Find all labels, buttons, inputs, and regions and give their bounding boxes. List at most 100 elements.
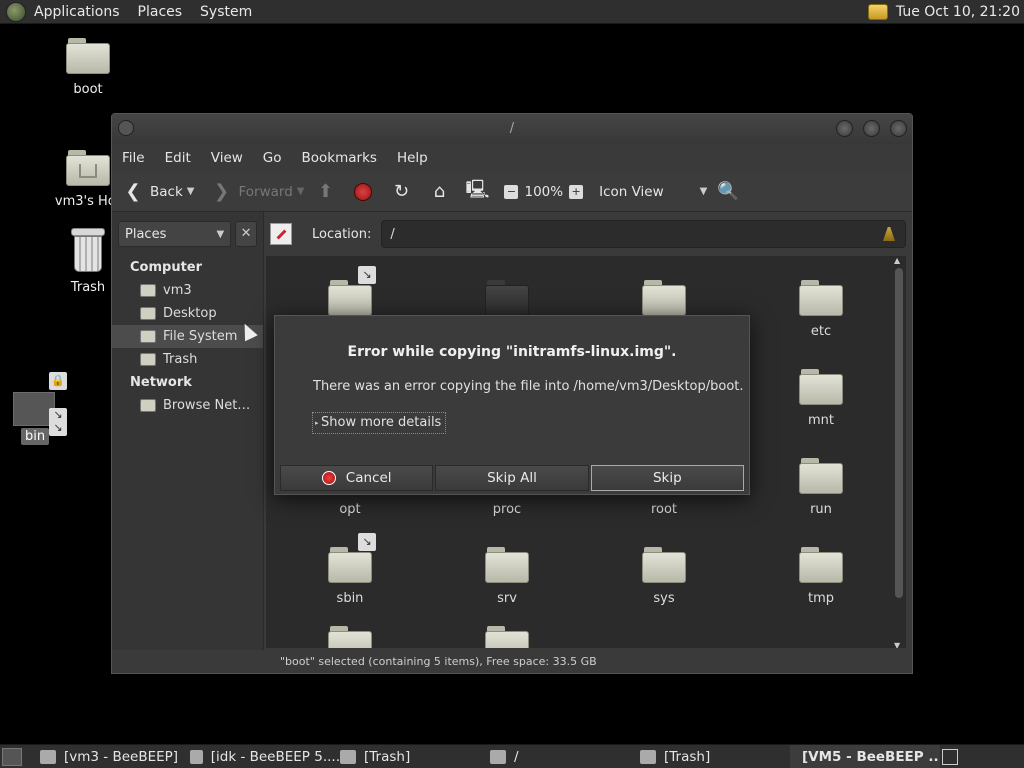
status-bar: "boot" selected (containing 5 items), Fr… <box>280 655 597 668</box>
sidebar-group-computer: Computer <box>130 260 203 275</box>
file-item[interactable] <box>300 626 400 648</box>
taskbar-item[interactable]: [Trash] <box>340 745 490 768</box>
sidebar-item-vm3[interactable]: vm3 <box>112 279 263 302</box>
file-item[interactable]: run <box>771 458 871 517</box>
file-item[interactable] <box>457 626 557 648</box>
taskbar-item[interactable]: [vm3 - BeeBEEP] <box>40 745 190 768</box>
zoom-in-icon[interactable]: + <box>569 184 584 199</box>
folder-icon <box>642 280 686 316</box>
back-label: Back <box>150 183 183 200</box>
show-desktop-icon[interactable] <box>2 747 22 766</box>
distro-logo-icon[interactable] <box>6 1 26 22</box>
folder-icon <box>328 280 372 316</box>
menu-go[interactable]: Go <box>263 150 282 166</box>
sidebar: Places ▼ ✕ Computer vm3 Desktop File Sys… <box>112 212 264 650</box>
search-button[interactable]: 🔍 <box>717 181 745 203</box>
system-menu[interactable]: System <box>200 4 252 20</box>
edit-location-icon[interactable] <box>270 223 292 245</box>
folder-icon <box>490 749 506 764</box>
taskbar-item[interactable]: [idk - BeeBEEP 5.... <box>190 745 340 768</box>
taskbar-item[interactable]: / <box>490 745 640 768</box>
clock[interactable]: Tue Oct 10, 21:20 <box>896 4 1020 20</box>
zoom-level: 100% <box>524 183 564 200</box>
chevron-down-icon[interactable]: ▼ <box>187 186 195 197</box>
menu-edit[interactable]: Edit <box>165 150 191 166</box>
file-item[interactable]: srv <box>457 547 557 606</box>
sidebar-item-label: Desktop <box>163 306 217 321</box>
location-bar: Location: / <box>264 215 912 253</box>
close-button[interactable] <box>890 120 907 137</box>
symlink-icon: ↘ ↘ <box>49 408 67 436</box>
file-item[interactable]: ↘ sbin <box>300 533 400 606</box>
menu-file[interactable]: File <box>122 150 145 166</box>
skip-button[interactable]: Skip <box>590 465 744 491</box>
sidebar-item-trash[interactable]: Trash <box>112 348 263 371</box>
notification-tray-icon[interactable] <box>867 4 888 20</box>
sidebar-pane-select[interactable]: Places ▼ <box>118 221 232 247</box>
desktop-icon-label: bin <box>21 428 50 445</box>
scroll-down-icon[interactable]: ▼ <box>894 641 900 648</box>
folder-icon <box>328 626 372 648</box>
file-item[interactable]: etc <box>771 280 871 339</box>
file-item[interactable]: mnt <box>771 369 871 428</box>
home-icon: ⌂ <box>433 181 446 202</box>
window-title: / <box>509 121 515 136</box>
folder-icon <box>799 369 843 405</box>
zoom-out-icon[interactable]: − <box>504 184 519 199</box>
chevron-down-icon[interactable]: ▼ <box>297 186 305 197</box>
scroll-thumb[interactable] <box>895 268 903 598</box>
desktop-icon <box>140 307 156 320</box>
desktop-icon-boot[interactable]: boot <box>38 38 138 97</box>
folder-icon <box>66 38 110 74</box>
trash-icon <box>140 353 156 366</box>
menu-help[interactable]: Help <box>397 150 428 166</box>
up-arrow-icon: ⬆ <box>317 181 334 202</box>
reload-button[interactable]: ↻ <box>390 181 418 203</box>
file-item[interactable]: tmp <box>771 547 871 606</box>
skip-all-button[interactable]: Skip All <box>435 465 589 491</box>
trash-icon <box>340 749 356 764</box>
maximize-button[interactable] <box>863 120 880 137</box>
sidebar-item-browse-network[interactable]: Browse Net… <box>112 394 263 417</box>
forward-label: Forward <box>238 183 293 200</box>
view-mode-label: Icon View <box>599 183 664 200</box>
window-titlebar[interactable]: / <box>112 114 912 144</box>
stop-button[interactable] <box>352 181 380 203</box>
folder-icon <box>328 547 372 583</box>
taskbar-item[interactable]: [Trash] <box>640 745 790 768</box>
sidebar-close-button[interactable]: ✕ <box>235 221 257 247</box>
show-more-details-expander[interactable]: ▸ Show more details <box>312 412 447 434</box>
computer-button[interactable]: 🖳 <box>465 179 494 203</box>
sidebar-group-network: Network <box>130 375 192 390</box>
minimize-button[interactable] <box>836 120 853 137</box>
location-input[interactable]: / <box>381 220 906 248</box>
desktop-icon-bin[interactable]: 🔒 ↘ ↘ bin <box>13 370 69 450</box>
taskbar-item-active[interactable]: [VM5 - BeeBEEP ... <box>790 744 940 768</box>
sidebar-item-label: vm3 <box>163 283 192 298</box>
applications-menu[interactable]: Applications <box>34 4 120 20</box>
up-button[interactable]: ⬆ <box>314 181 342 203</box>
menu-bookmarks[interactable]: Bookmarks <box>302 150 377 166</box>
folder-icon <box>642 547 686 583</box>
clear-icon[interactable] <box>883 227 895 241</box>
folder-icon <box>485 547 529 583</box>
menu-view[interactable]: View <box>211 150 243 166</box>
back-button[interactable]: ❮ Back ▼ <box>122 181 194 203</box>
sidebar-item-desktop[interactable]: Desktop <box>112 302 263 325</box>
reload-icon: ↻ <box>393 181 410 202</box>
places-menu[interactable]: Places <box>138 4 183 20</box>
file-item[interactable]: sys <box>614 547 714 606</box>
taskbar: [vm3 - BeeBEEP] [idk - BeeBEEP 5.... [Tr… <box>0 744 1024 768</box>
scroll-up-icon[interactable]: ▲ <box>894 256 900 265</box>
beebeep-icon <box>190 749 203 764</box>
cancel-button[interactable]: Cancel <box>280 465 434 491</box>
vertical-scrollbar[interactable]: ▲ ▼ <box>894 256 904 648</box>
error-dialog: Error while copying "initramfs-linux.img… <box>274 315 750 495</box>
home-folder-icon <box>140 284 156 297</box>
skip-all-label: Skip All <box>487 470 537 486</box>
view-mode-select[interactable]: Icon View ▼ <box>599 184 707 200</box>
forward-button[interactable]: ❯ Forward ▼ <box>210 181 305 203</box>
workspace-switcher-icon[interactable] <box>942 749 958 765</box>
cancel-icon <box>321 471 336 485</box>
home-button[interactable]: ⌂ <box>428 181 456 203</box>
